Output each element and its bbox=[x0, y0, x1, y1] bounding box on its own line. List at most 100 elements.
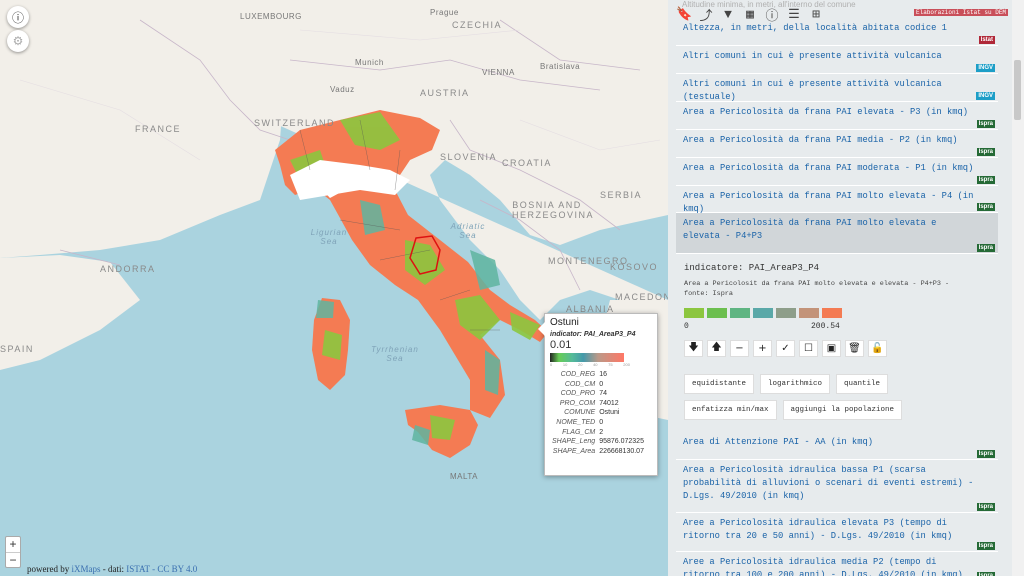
popup-value-cell: 2 bbox=[599, 428, 604, 436]
map-label-macedonia: MACEDONIA bbox=[615, 292, 668, 302]
indicator-title: Area di Attenzione PAI - AA (in kmq) bbox=[683, 437, 874, 447]
popup-row: FLAG_CM 2 bbox=[550, 428, 646, 438]
popup-value-cell: 74 bbox=[599, 390, 607, 398]
popup-value-cell: 74012 bbox=[599, 399, 619, 407]
map-label-tyrrhenian-sea: Tyrrhenian Sea bbox=[371, 345, 419, 363]
popup-row: PRO_COM 74012 bbox=[550, 399, 646, 409]
popup-key: SHAPE_Area bbox=[552, 447, 596, 455]
map-label-slovenia: SLOVENIA bbox=[440, 152, 498, 162]
istat-link[interactable]: ISTAT - CC BY 4.0 bbox=[126, 564, 197, 574]
map-label-vaduz: Vaduz bbox=[330, 85, 355, 94]
indicator-list-item[interactable]: Area a Pericolosità idraulica bassa P1 (… bbox=[676, 460, 998, 513]
legend-swatch[interactable] bbox=[822, 308, 842, 318]
square-outline-icon[interactable]: ☐ bbox=[799, 340, 818, 357]
indicator-list-item[interactable]: Area a Pericolosità da frana PAI molto e… bbox=[676, 213, 998, 254]
indicator-title: Area a Pericolosità da frana PAI moderat… bbox=[683, 163, 974, 173]
map-label-croatia: CROATIA bbox=[502, 158, 552, 168]
legend-swatch[interactable] bbox=[730, 308, 750, 318]
legend-min: 0 bbox=[684, 322, 689, 331]
popup-value-cell: 226668130.07 bbox=[599, 447, 644, 455]
map-label-luxembourg: LUXEMBOURG bbox=[240, 12, 302, 21]
map-label-serbia: SERBIA bbox=[600, 190, 643, 200]
map-label-spain: SPAIN bbox=[0, 344, 34, 354]
indicator-title: Altri comuni in cui è presente attività … bbox=[683, 51, 942, 61]
scrollbar-thumb[interactable] bbox=[1014, 60, 1021, 120]
settings-icon[interactable]: ⚙ bbox=[7, 30, 29, 52]
legend-swatch[interactable] bbox=[753, 308, 773, 318]
indicator-list-item[interactable]: Altri comuni in cui è presente attività … bbox=[676, 74, 998, 102]
indicator-list-item[interactable]: Altri comuni in cui è presente attività … bbox=[676, 46, 998, 74]
zoom-in-button[interactable]: + bbox=[6, 537, 20, 552]
popup-key: COMUNE bbox=[564, 409, 596, 417]
indicator-list-item[interactable]: Area di Attenzione PAI - AA (in kmq) Ispr… bbox=[676, 432, 998, 460]
popup-row: SHAPE_Leng 95876.072325 bbox=[550, 437, 646, 447]
minus-icon[interactable]: − bbox=[730, 340, 749, 357]
map-label-malta: MALTA bbox=[450, 472, 478, 481]
indicator-list-item[interactable]: Aree a Pericolosità idraulica media P2 (… bbox=[676, 552, 998, 576]
classification-mode-button[interactable]: logarithmico bbox=[760, 374, 831, 394]
popup-value-cell: 0 bbox=[599, 380, 604, 388]
legend-swatch[interactable] bbox=[684, 308, 704, 318]
indicator-title: Altri comuni in cui è presente attività … bbox=[683, 79, 942, 102]
plus-icon[interactable]: + bbox=[753, 340, 772, 357]
popup-key: COD_PRO bbox=[560, 390, 596, 398]
map-label-munich: Munich bbox=[355, 58, 384, 67]
zoom-out-button[interactable]: − bbox=[6, 552, 20, 567]
feature-popup: Ostuni indicator: PAI_AreaP3_P4 0.01 0 10… bbox=[538, 313, 658, 476]
indicator-title: Area a Pericolosità da frana PAI elevata… bbox=[683, 107, 969, 117]
map-label-kosovo: KOSOVO bbox=[610, 262, 659, 272]
indicator-list-item[interactable]: Altezza, in metri, della località abitat… bbox=[676, 18, 998, 46]
indicator-title: Aree a Pericolosità idraulica media P2 (… bbox=[683, 557, 963, 576]
map-label-andorra: ANDORRA bbox=[100, 264, 156, 274]
classification-modes: equidistante logarithmico quantile enfatizz… bbox=[684, 374, 984, 420]
detail-tools: 🡇 🡅 − + ✓ ☐ ▣ 🗑 🔓 bbox=[684, 340, 887, 357]
unlock-icon[interactable]: 🔓 bbox=[868, 340, 887, 357]
indicator-title: Altezza, in metri, della località abitat… bbox=[683, 23, 947, 33]
source-badge: Istat bbox=[978, 36, 995, 44]
map-view[interactable]: LUXEMBOURG CZECHIA Prague VIENNA Bratisl… bbox=[0, 0, 668, 576]
popup-scale-ticks: 0 10 20 40 75 200 bbox=[550, 362, 630, 367]
legend-swatch[interactable] bbox=[707, 308, 727, 318]
popup-attribute-table: COD_REG 16 COD_CM 0 COD_PRO 74 PRO_COM 74012 COM… bbox=[550, 370, 646, 456]
map-label-bosnia: BOSNIA AND HERZEGOVINA bbox=[512, 200, 595, 220]
indicator-list-item[interactable]: Area a Pericolosità da frana PAI media -… bbox=[676, 130, 998, 158]
classification-mode-button[interactable]: quantile bbox=[836, 374, 889, 394]
indicator-list-item[interactable]: Area a Pericolosità da frana PAI molto e… bbox=[676, 186, 998, 214]
indicator-list-item[interactable]: Aree a Pericolosità idraulica elevata P3… bbox=[676, 513, 998, 552]
popup-value-cell: 0 bbox=[599, 418, 604, 426]
arrow-up-icon[interactable]: 🡅 bbox=[707, 340, 726, 357]
popup-row: COD_REG 16 bbox=[550, 370, 646, 380]
classification-mode-button[interactable]: enfatizza min/max bbox=[684, 400, 777, 420]
panel-scrollbar[interactable] bbox=[1012, 0, 1024, 576]
indicator-list-item[interactable]: Area a Pericolosità da frana PAI moderat… bbox=[676, 158, 998, 186]
source-badge: Ispra bbox=[976, 244, 995, 252]
popup-row: SHAPE_Area 226668130.07 bbox=[550, 447, 646, 457]
popup-row: COD_PRO 74 bbox=[550, 389, 646, 399]
popup-value: 0.01 bbox=[550, 339, 572, 351]
legend-swatch[interactable] bbox=[799, 308, 819, 318]
legend-swatch[interactable] bbox=[776, 308, 796, 318]
popup-tick: 20 bbox=[577, 362, 583, 367]
popup-tick: 75 bbox=[608, 362, 613, 367]
indicator-list-item[interactable]: Area a Pericolosità da frana PAI elevata… bbox=[676, 102, 998, 130]
trash-icon[interactable]: 🗑 bbox=[845, 340, 864, 357]
source-badge: Ispra bbox=[976, 572, 995, 576]
source-badge: Ispra bbox=[976, 450, 995, 458]
indicator-title: Area a Pericolosità da frana PAI molto e… bbox=[683, 218, 937, 241]
source-badge: Ispra bbox=[976, 148, 995, 156]
indicator-title: Area a Pericolosità da frana PAI molto e… bbox=[683, 191, 974, 214]
map-label-austria: AUSTRIA bbox=[420, 88, 470, 98]
classification-mode-button[interactable]: aggiungi la popolazione bbox=[782, 400, 903, 420]
map-label-switzerland: SWITZERLAND bbox=[254, 118, 336, 128]
square-filled-icon[interactable]: ▣ bbox=[822, 340, 841, 357]
classification-mode-button[interactable]: equidistante bbox=[684, 374, 755, 394]
popup-title: Ostuni bbox=[550, 317, 579, 328]
map-label-czechia: CZECHIA bbox=[452, 20, 503, 30]
ixmaps-link[interactable]: iXMaps bbox=[72, 564, 101, 574]
map-label-ligurian-sea: Ligurian Sea bbox=[310, 228, 348, 246]
info-icon[interactable]: ⓘ bbox=[7, 6, 29, 28]
source-badge: INGV bbox=[976, 92, 995, 100]
source-badge: Ispra bbox=[976, 542, 995, 550]
spellcheck-icon[interactable]: ✓ bbox=[776, 340, 795, 357]
arrow-down-icon[interactable]: 🡇 bbox=[684, 340, 703, 357]
